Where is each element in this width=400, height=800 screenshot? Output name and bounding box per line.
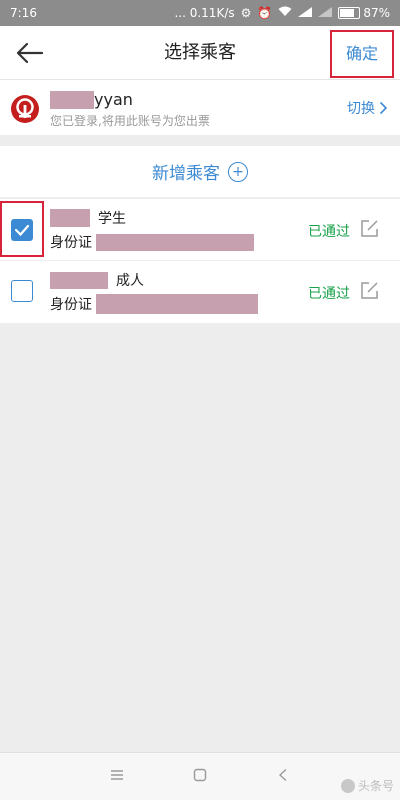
redacted-name xyxy=(50,271,108,289)
status-indicators: ... 0.11K/s ⚙ ⏰ 87% xyxy=(174,6,390,20)
edit-passenger-button[interactable] xyxy=(358,280,380,302)
checkmark-icon xyxy=(14,224,30,237)
account-hint: 您已登录,将用此账号为您出票 xyxy=(50,114,210,128)
edit-passenger-button[interactable] xyxy=(358,218,380,240)
verification-status: 已通过 xyxy=(308,286,350,302)
status-bar: 7:16 ... 0.11K/s ⚙ ⏰ 87% xyxy=(0,0,400,26)
redacted-id-number xyxy=(96,233,254,251)
switch-label: 切换 xyxy=(347,101,375,117)
home-button[interactable] xyxy=(193,767,207,786)
nav-bar: 选择乘客 确定 xyxy=(0,26,400,80)
switch-account-button[interactable]: 切换 xyxy=(347,98,388,118)
edit-icon xyxy=(361,282,378,299)
watermark: 头条号 xyxy=(340,777,394,794)
passenger-checkbox[interactable] xyxy=(11,219,33,241)
account-row: yyan 您已登录,将用此账号为您出票 切换 xyxy=(0,80,400,136)
id-type-label: 身份证 xyxy=(50,235,92,251)
verification-status: 已通过 xyxy=(308,224,350,240)
confirm-button[interactable]: 确定 xyxy=(330,30,394,78)
watermark-text: 头条号 xyxy=(357,779,394,793)
passenger-row[interactable]: 成人 身份证 已通过 xyxy=(0,261,400,323)
battery-text: 87% xyxy=(363,6,390,20)
passenger-type: 学生 xyxy=(98,211,126,227)
system-back-button[interactable] xyxy=(278,767,288,786)
passenger-id: 身份证 xyxy=(50,232,254,252)
passenger-type: 成人 xyxy=(116,273,144,289)
back-button[interactable] xyxy=(14,39,46,67)
id-type-label: 身份证 xyxy=(50,297,92,313)
chevron-left-icon xyxy=(278,768,287,782)
signal-icon-2 xyxy=(318,6,333,20)
status-time: 7:16 xyxy=(10,6,37,20)
alarm-icon: ⏰ xyxy=(257,6,273,20)
menu-icon xyxy=(111,770,123,780)
wifi-icon xyxy=(278,6,292,20)
account-name: yyan xyxy=(50,90,133,109)
account-name-suffix: yyan xyxy=(94,90,133,109)
battery-indicator: 87% xyxy=(338,6,390,20)
menu-button[interactable] xyxy=(110,767,124,786)
passenger-checkbox[interactable] xyxy=(11,280,33,302)
passenger-id: 身份证 xyxy=(50,294,258,314)
passenger-name: 学生 xyxy=(50,208,126,228)
settings-icon: ⚙ xyxy=(240,6,252,20)
add-passenger-button[interactable]: 新增乘客 + xyxy=(0,146,400,198)
passenger-name: 成人 xyxy=(50,270,144,290)
add-passenger-label: 新增乘客 xyxy=(152,164,220,184)
chevron-right-icon xyxy=(379,101,388,115)
watermark-logo-icon xyxy=(340,778,355,793)
signal-icon xyxy=(298,6,313,20)
railway-logo-icon xyxy=(11,95,39,123)
system-nav-bar: 头条号 xyxy=(0,752,400,800)
redacted-id-number xyxy=(96,294,258,314)
add-circle-icon: + xyxy=(228,161,248,182)
redacted-name xyxy=(50,90,94,109)
passenger-row[interactable]: 学生 身份证 已通过 xyxy=(0,199,400,261)
back-arrow-icon xyxy=(16,42,44,64)
battery-icon xyxy=(338,7,361,19)
edit-icon xyxy=(361,220,378,237)
home-icon xyxy=(193,768,207,782)
network-speed: ... 0.11K/s xyxy=(174,6,235,20)
redacted-name xyxy=(50,209,90,227)
